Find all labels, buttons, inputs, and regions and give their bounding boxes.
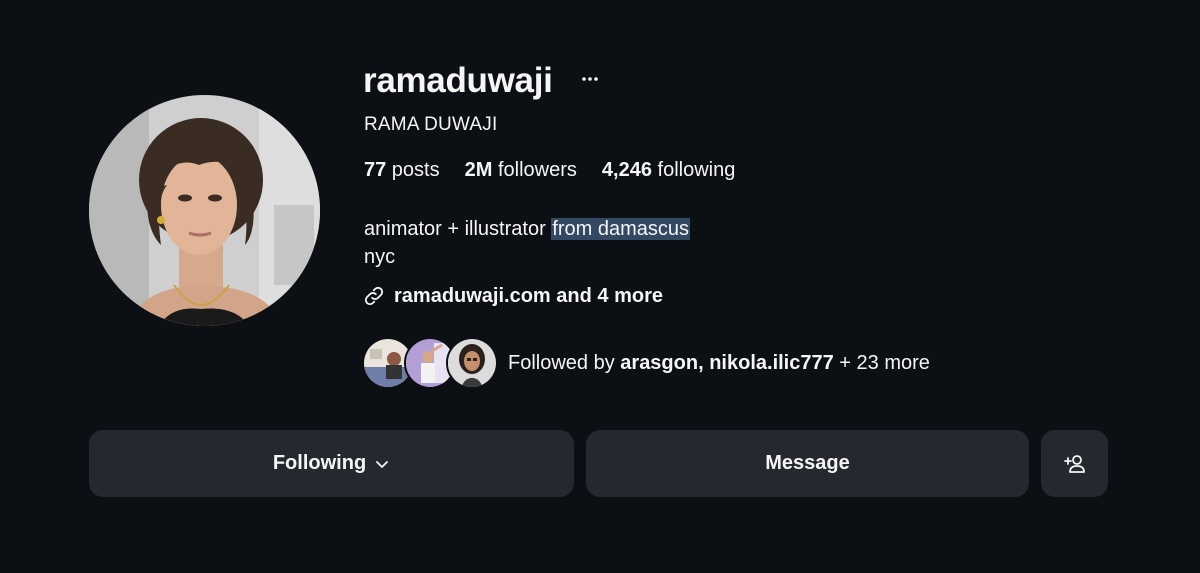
followed-by-user-1[interactable]: arasgon	[620, 352, 698, 374]
followers-count-label: followers	[492, 159, 577, 181]
followed-by-user-2[interactable]: nikola.ilic777	[709, 352, 834, 374]
following-count-value: 4,246	[601, 159, 652, 181]
ellipsis-icon	[582, 77, 598, 81]
mutual-avatar-3	[446, 337, 498, 389]
message-button-label: Message	[765, 452, 850, 474]
link-icon	[364, 286, 384, 306]
followers-count-value: 2M	[464, 159, 493, 181]
profile-avatar[interactable]	[89, 95, 320, 326]
followed-by-text: Followed by arasgon, nikola.ilic777 + 23…	[508, 350, 930, 376]
posts-count-value: 77	[364, 159, 387, 181]
mutual-followers-avatars	[362, 337, 498, 389]
message-button[interactable]: Message	[586, 430, 1029, 497]
followed-by[interactable]: Followed by arasgon, nikola.ilic777 + 23…	[362, 337, 930, 389]
followed-by-separator: ,	[698, 352, 710, 374]
followers-link[interactable]: 2M followers	[465, 157, 577, 183]
following-count-label: following	[651, 159, 736, 181]
bio-selected-text: from damascus	[551, 218, 691, 240]
profile-full-name: RAMA DUWAJI	[364, 114, 498, 135]
posts-count-label: posts	[386, 159, 440, 181]
profile-links[interactable]: ramaduwaji.com and 4 more	[363, 283, 663, 309]
following-button-label: Following	[272, 452, 367, 474]
bio-line-1-text: animator + illustrator	[364, 218, 552, 240]
suggested-accounts-button[interactable]	[1041, 430, 1108, 497]
add-person-icon	[1063, 454, 1085, 473]
links-text: ramaduwaji.com and 4 more	[394, 285, 663, 307]
chevron-down-icon	[376, 460, 389, 468]
followed-by-prefix: Followed by	[508, 352, 621, 374]
followed-by-suffix: + 23 more	[833, 352, 930, 374]
following-button[interactable]: Following	[89, 430, 574, 497]
profile-stats: 77 posts 2M followers 4,246 following	[364, 157, 735, 183]
following-link[interactable]: 4,246 following	[602, 157, 735, 183]
posts-count: 77 posts	[364, 157, 440, 183]
bio-line-1: animator + illustrator from damascus	[364, 215, 691, 243]
profile-bio: animator + illustrator from damascus nyc	[364, 215, 691, 271]
bio-line-2: nyc	[364, 246, 396, 268]
more-options-button[interactable]	[578, 64, 602, 94]
profile-username: ramaduwaji	[363, 61, 553, 100]
